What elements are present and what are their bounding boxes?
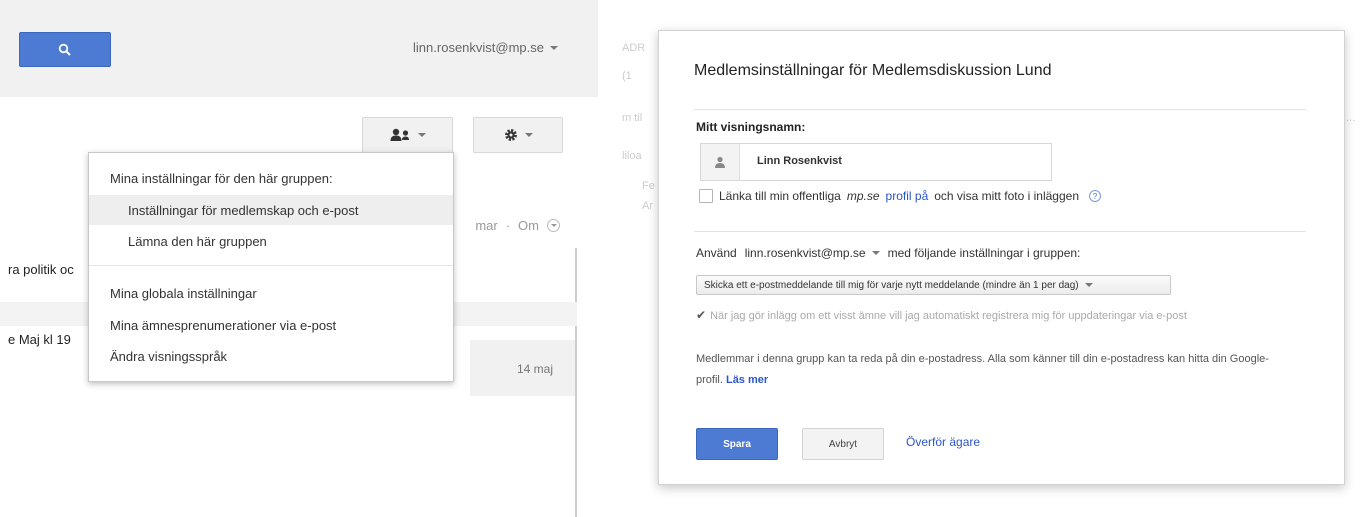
use-suffix: med följande inställningar i gruppen:: [887, 246, 1081, 260]
privacy-info: Medlemmar i denna grupp kan ta reda på d…: [696, 349, 1286, 391]
topic-date: 14 maj: [516, 362, 553, 376]
search-button[interactable]: [19, 32, 111, 67]
groups-page-left: linn.rosenkvist@mp.se mar · Om ra politi…: [0, 0, 600, 517]
read-more-link[interactable]: Läs mer: [726, 374, 768, 386]
menu-item-display-language[interactable]: Ändra visningsspråk: [110, 349, 227, 364]
display-name-input[interactable]: [757, 155, 1037, 167]
about-link[interactable]: Om: [518, 218, 539, 233]
top-bar: linn.rosenkvist@mp.se: [0, 0, 598, 97]
save-button[interactable]: Spara: [696, 428, 778, 460]
link-profile-suffix: och visa mitt foto i inläggen: [934, 189, 1079, 203]
group-info-row: mar · Om: [475, 218, 560, 233]
topic-snippet[interactable]: ra politik oc: [8, 262, 74, 277]
account-menu[interactable]: linn.rosenkvist@mp.se: [413, 40, 558, 55]
dialog-title: Medlemsinställningar för Medlemsdiskussi…: [694, 62, 1052, 79]
background-text: m til: [622, 112, 643, 124]
person-add-icon: [390, 128, 409, 141]
group-settings-dropdown: Mina inställningar för den här gruppen: …: [88, 152, 454, 382]
expand-circle-icon[interactable]: [547, 219, 560, 232]
person-icon: [715, 156, 725, 168]
menu-item-global-settings[interactable]: Mina globala inställningar: [110, 286, 257, 301]
chevron-down-icon: [1084, 283, 1093, 287]
group-members-button[interactable]: [362, 117, 453, 153]
link-profile-row: Länka till min offentliga mp.se profil p…: [699, 189, 1101, 203]
use-email-row: Använd linn.rosenkvist@mp.se med följand…: [696, 246, 1080, 260]
settings-button[interactable]: [473, 117, 563, 153]
menu-item-membership-settings[interactable]: Inställningar för medlemskap och e-post: [89, 195, 453, 225]
ghost-text-1: mar: [475, 218, 498, 233]
checkmark-icon: ✔: [696, 308, 707, 322]
menu-item-leave-group[interactable]: Lämna den här gruppen: [89, 226, 453, 256]
selected-email: linn.rosenkvist@mp.se: [744, 246, 866, 260]
chevron-down-icon: [525, 133, 533, 137]
gear-icon: [505, 129, 517, 141]
dropdown-header: Mina inställningar för den här gruppen:: [110, 171, 333, 186]
auto-subscribe-text: När jag gör inlägg om ett visst ämne vil…: [710, 310, 1187, 322]
account-email: linn.rosenkvist@mp.se: [413, 40, 544, 55]
divider: [694, 109, 1306, 110]
divider: [694, 231, 1306, 232]
chevron-down-icon: [871, 251, 880, 255]
menu-item-label: Inställningar för medlemskap och e-post: [128, 202, 359, 218]
menu-item-label: Lämna den här gruppen: [128, 233, 267, 249]
profile-link[interactable]: profil på: [886, 189, 929, 203]
link-profile-checkbox[interactable]: [699, 189, 713, 203]
display-name-label: Mitt visningsnamn:: [696, 120, 806, 134]
background-text: ...: [1346, 112, 1356, 124]
membership-settings-dialog: Medlemsinställningar för Medlemsdiskussi…: [658, 30, 1345, 485]
link-profile-prefix: Länka till min offentliga: [719, 189, 841, 203]
selected-delivery-option: Skicka ett e-postmeddelande till mig för…: [704, 279, 1079, 291]
link-profile-domain: mp.se: [846, 189, 880, 203]
chevron-down-icon: [550, 45, 558, 50]
use-prefix: Använd: [696, 246, 737, 260]
date-cell: 14 maj: [470, 340, 575, 396]
dot-separator: ·: [505, 218, 511, 233]
background-text: liloa: [622, 150, 642, 162]
auto-subscribe-option[interactable]: ✔ När jag gör inlägg om ett visst ämne vi…: [696, 303, 1296, 329]
background-text: Ar: [642, 200, 653, 212]
background-text: (1: [622, 70, 632, 82]
help-icon[interactable]: ?: [1089, 190, 1101, 202]
search-icon: [58, 43, 71, 56]
chevron-down-icon: [417, 133, 426, 137]
transfer-ownership-link[interactable]: Överför ägare: [906, 435, 980, 449]
topic-snippet[interactable]: e Maj kl 19: [8, 332, 71, 347]
email-delivery-select[interactable]: Skicka ett e-postmeddelande till mig för…: [696, 275, 1171, 295]
menu-divider: [89, 265, 453, 266]
background-text: Fe: [642, 180, 655, 192]
cancel-button[interactable]: Avbryt: [802, 428, 884, 460]
membership-settings-panel: ADR (1 m til liloa Fe Ar ... Medlemsinst…: [600, 0, 1362, 517]
background-text: ADR: [622, 42, 646, 54]
avatar: [701, 144, 740, 180]
menu-item-topic-subscriptions[interactable]: Mina ämnesprenumerationer via e-post: [110, 318, 336, 333]
email-address-select[interactable]: linn.rosenkvist@mp.se: [745, 246, 880, 260]
display-name-field[interactable]: [700, 143, 1052, 181]
privacy-info-text: Medlemmar i denna grupp kan ta reda på d…: [696, 353, 1269, 386]
